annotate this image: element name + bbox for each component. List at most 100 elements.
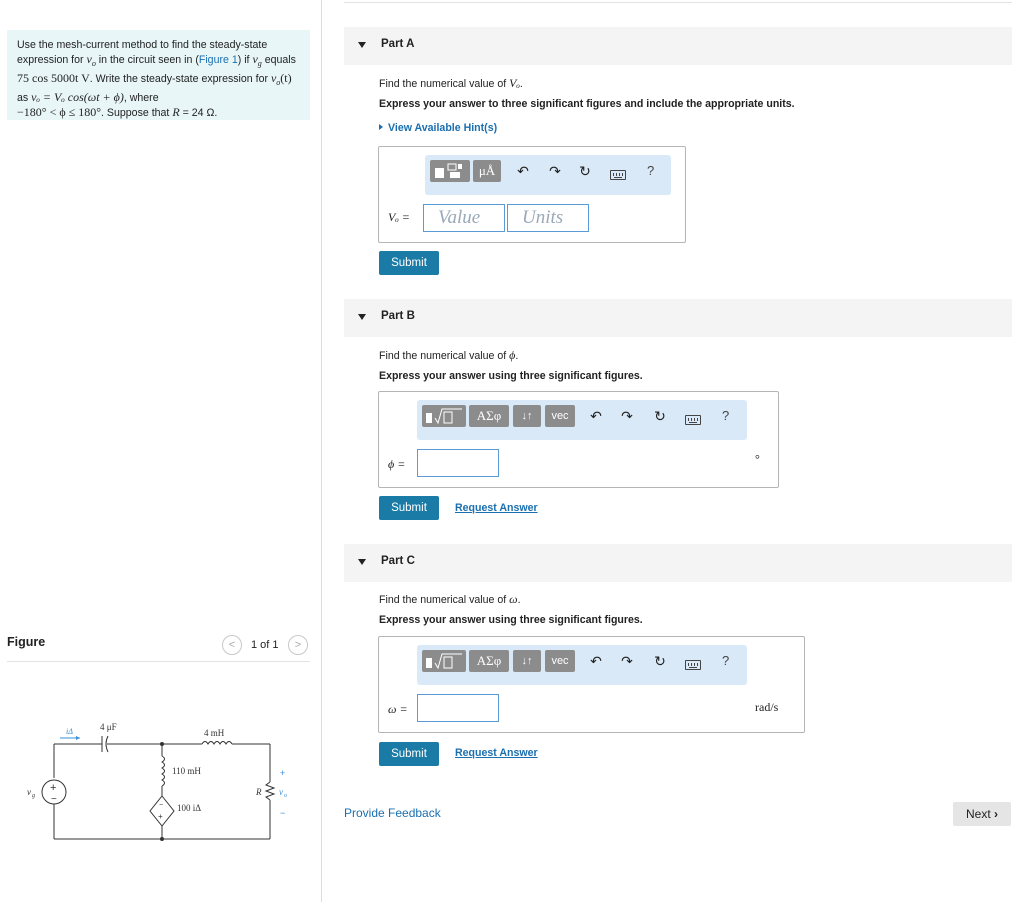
greek-button[interactable]: ΑΣφ [469, 405, 509, 427]
problem-text: , where [123, 92, 159, 105]
sort-button[interactable]: ↓↑ [513, 650, 541, 672]
help-icon[interactable]: ? [722, 406, 729, 426]
vg-label: v [27, 787, 31, 797]
chevron-right-icon: › [994, 807, 999, 821]
part-b-request-answer[interactable]: Request Answer [455, 502, 538, 514]
phi-label: ϕ = [388, 457, 406, 471]
phase-range: −180° < ϕ ≤ 180° [17, 105, 102, 120]
problem-text: . Suppose that [101, 107, 173, 120]
problem-text: as [17, 92, 32, 105]
vo-label: v [279, 787, 283, 797]
collapse-icon [358, 42, 366, 48]
part-c-instruction: Express your answer using three signific… [379, 614, 643, 626]
template-icon [435, 163, 462, 178]
part-c-submit-button[interactable]: Submit [379, 742, 439, 766]
hint-link[interactable]: View Available Hint(s) [379, 122, 497, 134]
problem-text: . Write the steady-state expression for [89, 73, 271, 86]
top-rule [344, 2, 1012, 3]
phi-input[interactable] [417, 449, 499, 477]
templates-button[interactable] [430, 160, 470, 182]
part-b-question: Find the numerical value of ϕ. [379, 348, 519, 362]
part-c-header[interactable]: Part C [344, 544, 1012, 582]
degree-unit: ° [755, 452, 760, 466]
vo-plus: + [280, 768, 285, 778]
figure-pager: < 1 of 1 > [222, 635, 310, 657]
reset-icon[interactable]: ↻ [651, 406, 669, 426]
vo-minus: − [280, 808, 285, 818]
figure-link[interactable]: Figure 1 [199, 54, 238, 66]
caret-right-icon [379, 124, 383, 130]
part-c-answer-box: ΑΣφ ↓↑ vec ↶ ↷ ↻ ? ω = rad/s [378, 636, 805, 733]
undo-icon[interactable]: ↶ [587, 651, 605, 671]
problem-statement: Use the mesh-current method to find the … [7, 30, 310, 120]
part-a-instruction: Express your answer to three significant… [379, 98, 795, 110]
collapse-icon [358, 559, 366, 565]
keyboard-icon[interactable] [685, 660, 701, 670]
help-icon[interactable]: ? [647, 161, 654, 181]
problem-text: in the circuit seen in ( [95, 54, 199, 66]
problem-text: = 24 Ω. [179, 107, 218, 120]
redo-icon[interactable]: ↷ [546, 161, 564, 181]
vec-button[interactable]: vec [545, 405, 575, 427]
r-symbol: R [172, 105, 180, 120]
source-expression: 75 cos 5000t V [17, 71, 90, 86]
vo-sub-label: o [284, 793, 287, 799]
reset-icon[interactable]: ↻ [651, 651, 669, 671]
redo-icon[interactable]: ↷ [618, 406, 636, 426]
reset-icon[interactable]: ↻ [576, 161, 594, 181]
provide-feedback-link[interactable]: Provide Feedback [344, 806, 441, 820]
undo-icon[interactable]: ↶ [587, 406, 605, 426]
part-a-title: Part A [381, 38, 415, 50]
keyboard-icon[interactable] [610, 170, 626, 180]
greek-button[interactable]: ΑΣφ [469, 650, 509, 672]
keyboard-icon[interactable] [685, 415, 701, 425]
units-button[interactable]: μÅ [473, 160, 501, 182]
column-divider [321, 0, 322, 902]
sqrt-template-icon [426, 408, 462, 425]
part-c-title: Part C [381, 555, 415, 567]
collapse-icon [358, 314, 366, 320]
part-a-answer-box: μÅ ↶ ↷ ↻ ? Vₒ = Value Units [378, 146, 686, 243]
part-b-title: Part B [381, 310, 415, 322]
part-c-request-answer[interactable]: Request Answer [455, 747, 538, 759]
part-b-instruction: Express your answer using three signific… [379, 370, 643, 382]
part-b-answer-box: ΑΣφ ↓↑ vec ↶ ↷ ↻ ? ϕ = ° [378, 391, 779, 488]
resistor-label: R [255, 787, 262, 797]
vg-sub-label: g [32, 793, 35, 799]
undo-icon[interactable]: ↶ [514, 161, 532, 181]
svg-text:−: − [159, 802, 163, 809]
part-b-submit-button[interactable]: Submit [379, 496, 439, 520]
part-a-toolbar: μÅ ↶ ↷ ↻ ? [425, 155, 671, 195]
next-label: Next [965, 807, 991, 821]
value-input[interactable]: Value [423, 204, 505, 232]
help-icon[interactable]: ? [722, 651, 729, 671]
va-label: Vₒ = [388, 210, 410, 224]
templates-button[interactable] [422, 405, 466, 427]
problem-text: ) if [237, 54, 253, 66]
part-a-submit-button[interactable]: Submit [379, 251, 439, 275]
rad-s-unit: rad/s [755, 700, 779, 714]
part-b-header[interactable]: Part B [344, 299, 1012, 337]
templates-button[interactable] [422, 650, 466, 672]
vo-argument: (t) [280, 71, 292, 86]
inductor-4mh-label: 4 mH [204, 728, 225, 738]
chevron-right-icon[interactable]: > [288, 635, 308, 655]
units-input[interactable]: Units [507, 204, 589, 232]
redo-icon[interactable]: ↷ [618, 651, 636, 671]
dependent-source-label: 100 iΔ [177, 803, 201, 813]
part-c-question: Find the numerical value of ω. [379, 592, 521, 606]
inductor-110mh-label: 110 mH [172, 766, 201, 776]
figure-title: Figure [7, 635, 46, 649]
part-a-question: Find the numerical value of Vₒ. [379, 76, 523, 90]
chevron-left-icon[interactable]: < [222, 635, 242, 655]
vec-button[interactable]: vec [545, 650, 575, 672]
sort-button[interactable]: ↓↑ [513, 405, 541, 427]
svg-text:+: + [50, 782, 56, 794]
circuit-diagram: + − − + iΔ 4 μF 4 mH 110 mH 100 iΔ R v g… [27, 722, 287, 841]
omega-input[interactable] [417, 694, 499, 722]
svg-text:+: + [158, 812, 163, 821]
part-a-header[interactable]: Part A [344, 27, 1012, 65]
next-button[interactable]: Next › [953, 802, 1011, 826]
problem-text: equals [261, 54, 296, 66]
part-c-toolbar: ΑΣφ ↓↑ vec ↶ ↷ ↻ ? [417, 645, 747, 685]
